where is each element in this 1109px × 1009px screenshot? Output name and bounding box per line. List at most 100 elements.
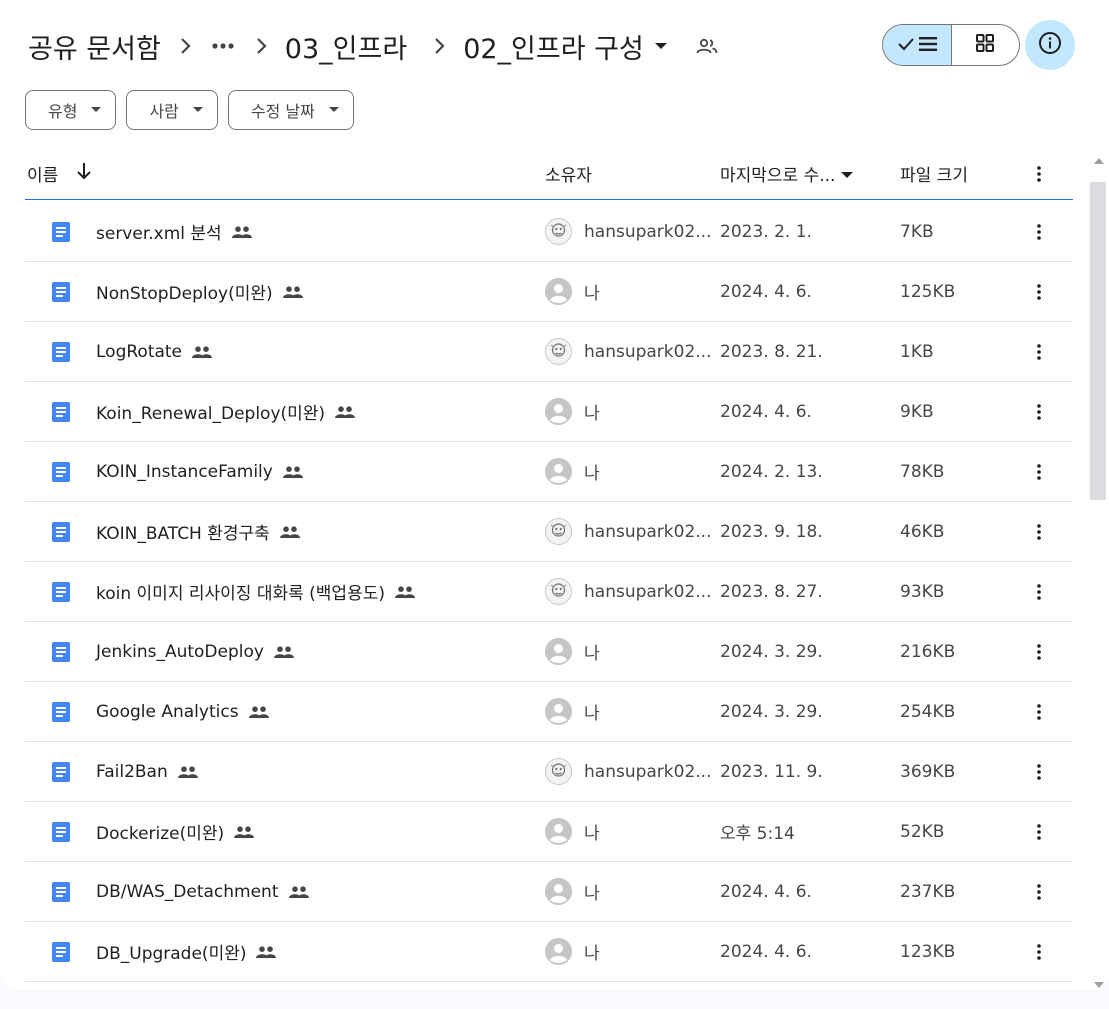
filter-label: 유형 — [48, 102, 78, 121]
more-vert-icon[interactable] — [1031, 523, 1047, 540]
column-modified-label: 마지막으로 수... — [720, 166, 836, 186]
column-size-header[interactable]: 파일 크기 — [900, 161, 968, 186]
column-header-row: 이름 소유자 마지막으로 수... 파일 크기 — [25, 148, 1073, 200]
column-name-header[interactable]: 이름 — [27, 161, 92, 186]
file-size: 369KB — [900, 761, 956, 782]
scroll-up-arrow[interactable] — [1094, 150, 1104, 164]
file-row[interactable]: Dockerize(미완) 나 오후 5:14 52KB — [25, 802, 1073, 862]
column-modified-header[interactable]: 마지막으로 수... — [720, 161, 854, 186]
modified-date: 2024. 4. 6. — [720, 881, 812, 902]
google-docs-icon — [51, 942, 71, 962]
file-size: 9KB — [900, 401, 934, 422]
profile-avatar — [545, 518, 572, 545]
default-avatar-icon — [545, 818, 572, 845]
file-name[interactable]: server.xml 분석 — [96, 219, 222, 244]
google-docs-icon — [51, 462, 71, 482]
google-docs-icon — [51, 642, 71, 662]
shared-people-icon — [234, 821, 256, 843]
grid-view-button[interactable] — [952, 25, 1020, 65]
file-name[interactable]: KOIN_BATCH 환경구축 — [96, 519, 270, 544]
owner-cell: 나 — [545, 878, 600, 905]
modified-date: 2024. 3. 29. — [720, 701, 823, 722]
sort-arrow-down-icon[interactable] — [76, 162, 92, 185]
file-name[interactable]: DB_Upgrade(미완) — [96, 939, 246, 964]
file-name[interactable]: Google Analytics — [96, 702, 239, 722]
file-name[interactable]: NonStopDeploy(미완) — [96, 279, 273, 304]
file-row[interactable]: DB_Upgrade(미완) 나 2024. 4. 6. 123KB — [25, 922, 1073, 982]
list-icon — [918, 36, 937, 55]
file-row[interactable]: NonStopDeploy(미완) 나 2024. 4. 6. 125KB — [25, 262, 1073, 322]
more-vert-icon[interactable] — [1031, 943, 1047, 960]
file-row[interactable]: KOIN_BATCH 환경구축 hansupark02... 2023. 9. … — [25, 502, 1073, 562]
more-horiz-icon[interactable] — [205, 28, 241, 64]
shared-people-icon — [231, 221, 254, 243]
shared-people-icon — [282, 281, 305, 303]
owner-name: 나 — [584, 824, 600, 844]
more-vert-icon[interactable] — [1031, 883, 1047, 900]
scroll-down-arrow[interactable] — [1094, 974, 1104, 988]
file-name-cell: NonStopDeploy(미완) — [96, 279, 305, 304]
file-row[interactable]: Koin_Renewal_Deploy(미완) 나 2024. 4. 6. 9K… — [25, 382, 1073, 442]
file-row[interactable]: LogRotate hansupark02... 2023. 8. 21. 1K… — [25, 322, 1073, 382]
shared-folder-icon[interactable] — [696, 34, 720, 58]
modified-date: 2024. 4. 6. — [720, 281, 812, 302]
filter-people-chip[interactable]: 사람 — [126, 90, 218, 130]
breadcrumb-root[interactable]: 공유 문서함 — [24, 23, 165, 70]
default-avatar-icon — [545, 878, 572, 905]
file-name[interactable]: Jenkins_AutoDeploy — [96, 642, 264, 662]
more-vert-icon[interactable] — [1031, 343, 1047, 360]
more-vert-icon[interactable] — [1031, 583, 1047, 600]
column-owner-header[interactable]: 소유자 — [545, 161, 592, 186]
more-vert-icon[interactable] — [1031, 643, 1047, 660]
file-row[interactable]: KOIN_InstanceFamily 나 2024. 2. 13. 78KB — [25, 442, 1073, 502]
owner-cell: 나 — [545, 638, 600, 665]
more-vert-icon[interactable] — [1031, 223, 1047, 240]
column-options-icon[interactable] — [1031, 165, 1047, 182]
modified-date: 2024. 3. 29. — [720, 641, 823, 662]
owner-cell: hansupark02... — [545, 578, 711, 605]
file-name[interactable]: koin 이미지 리사이징 대화록 (백업용도) — [96, 579, 385, 604]
google-docs-icon — [51, 822, 71, 842]
file-name[interactable]: Dockerize(미완) — [96, 819, 224, 844]
file-name-cell: KOIN_BATCH 환경구축 — [96, 519, 302, 544]
shared-people-icon — [256, 941, 278, 963]
more-vert-icon[interactable] — [1031, 763, 1047, 780]
more-vert-icon[interactable] — [1031, 823, 1047, 840]
file-row[interactable]: DB/WAS_Detachment 나 2024. 4. 6. 237KB — [25, 862, 1073, 922]
list-view-button[interactable] — [883, 25, 952, 65]
default-avatar-icon — [545, 638, 572, 665]
file-row[interactable]: Jenkins_AutoDeploy 나 2024. 3. 29. 216KB — [25, 622, 1073, 682]
filter-modified-chip[interactable]: 수정 날짜 — [227, 90, 354, 130]
filter-type-chip[interactable]: 유형 — [25, 90, 117, 130]
more-vert-icon[interactable] — [1031, 403, 1047, 420]
owner-name: 나 — [584, 944, 600, 964]
breadcrumb-parent[interactable]: 03_인프라 — [281, 23, 411, 70]
file-row[interactable]: koin 이미지 리사이징 대화록 (백업용도) hansupark02... … — [25, 562, 1073, 622]
owner-cell: 나 — [545, 818, 600, 845]
breadcrumb-current[interactable]: 02_인프라 구성 — [459, 23, 674, 70]
file-name[interactable]: KOIN_InstanceFamily — [96, 462, 273, 482]
info-button[interactable] — [1025, 20, 1075, 70]
file-row[interactable]: Fail2Ban hansupark02... 2023. 11. 9. 369… — [25, 742, 1073, 802]
file-name-cell: Dockerize(미완) — [96, 819, 256, 844]
scrollbar-thumb[interactable] — [1090, 182, 1106, 500]
file-row[interactable]: server.xml 분석 hansupark02... 2023. 2. 1.… — [25, 202, 1073, 262]
more-vert-icon[interactable] — [1031, 703, 1047, 720]
shared-people-icon — [248, 701, 271, 723]
file-name[interactable]: DB/WAS_Detachment — [96, 882, 279, 902]
file-name[interactable]: LogRotate — [96, 342, 182, 362]
profile-avatar — [545, 578, 572, 605]
file-row[interactable]: Google Analytics 나 2024. 3. 29. 254KB — [25, 682, 1073, 742]
caret-down-icon — [841, 164, 854, 184]
file-name-cell: Fail2Ban — [96, 761, 200, 783]
modified-date: 2024. 2. 13. — [720, 461, 823, 482]
more-vert-icon[interactable] — [1031, 283, 1047, 300]
shared-people-icon — [282, 461, 305, 483]
more-vert-icon[interactable] — [1031, 463, 1047, 480]
file-name[interactable]: Koin_Renewal_Deploy(미완) — [96, 399, 325, 424]
filter-bar: 유형 사람 수정 날짜 — [25, 90, 354, 130]
caret-down-icon — [328, 105, 339, 115]
file-name[interactable]: Fail2Ban — [96, 762, 168, 782]
modified-date: 2023. 2. 1. — [720, 221, 812, 242]
file-size: 216KB — [900, 641, 956, 662]
